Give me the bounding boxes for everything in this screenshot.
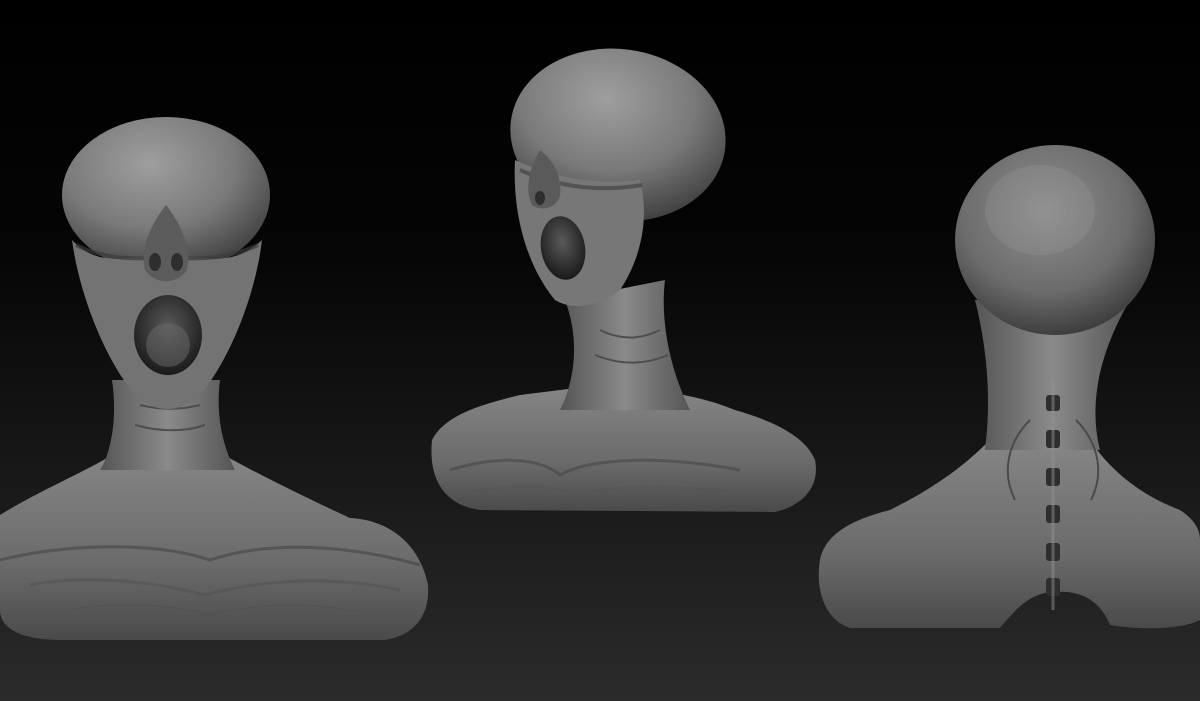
viewport xyxy=(0,0,1200,701)
render-canvas xyxy=(0,0,1200,701)
